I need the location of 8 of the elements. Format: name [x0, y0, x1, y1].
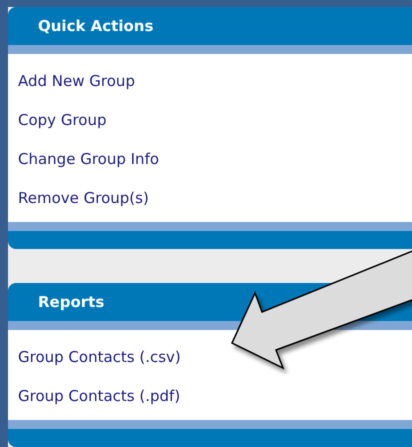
action-link[interactable]: Copy Group: [18, 101, 106, 140]
action-link[interactable]: Group Contacts (.csv): [18, 338, 181, 377]
action-link[interactable]: Group Contacts (.pdf): [18, 377, 180, 416]
action-link[interactable]: Change Group Info: [18, 140, 160, 179]
panel-title: Reports: [38, 293, 104, 311]
panel-title: Quick Actions: [38, 17, 154, 35]
action-link[interactable]: Add New Group: [18, 62, 135, 101]
action-link[interactable]: Remove Group(s): [18, 179, 149, 218]
